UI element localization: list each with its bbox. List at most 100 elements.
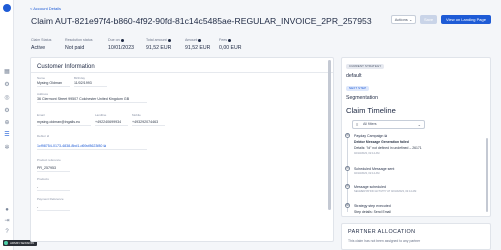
customer-scrollbar-thumb[interactable]: [328, 60, 331, 210]
mobile-label: Mobile: [132, 113, 141, 117]
help-icon[interactable]: ?: [3, 229, 11, 236]
timeline-event-1-time: 02/13/2023, 02:14 AM: [354, 152, 380, 155]
claim-timeline-title: Claim Timeline: [346, 106, 396, 115]
timeline-event-1-detail: Debtor Message Generation failed: [354, 140, 409, 144]
total-amount-value: 91,52 EUR: [146, 45, 172, 51]
resolution-status-value: Not paid: [65, 45, 85, 51]
field-underline: [132, 125, 165, 126]
filter-icon: ≡: [356, 122, 359, 127]
actions-dropdown[interactable]: Actions ⌄: [391, 15, 416, 24]
strategy-icon: ⚙: [345, 203, 350, 208]
message-icon: ✉: [345, 184, 350, 189]
person-icon[interactable]: ●: [3, 207, 11, 214]
birthday-value: 11/02/1993: [74, 81, 92, 85]
fees-label: Fees: [219, 38, 231, 42]
timeline-event-2-time: 02/13/2023, 02:14 AM: [354, 172, 380, 175]
gear-icon[interactable]: ⚙: [3, 82, 11, 89]
customer-panel-title: Customer Information: [37, 64, 95, 70]
info-icon[interactable]: [120, 38, 124, 42]
product-reference-value: PR_257953: [37, 166, 56, 170]
amount-value: 91,52 EUR: [185, 45, 211, 51]
globe-icon[interactable]: ⊕: [3, 120, 11, 127]
settings-icon[interactable]: ⚙: [3, 108, 11, 115]
timeline-event-1-detail2: Details: "id" not defined in undefined –…: [354, 146, 422, 150]
email-value: mysing.oldman@ingalls.eu: [37, 120, 81, 124]
partner-allocation-subtitle: This claim has not been assigned to any …: [348, 239, 421, 243]
grid-icon[interactable]: ▦: [3, 69, 11, 76]
message-icon: ✉: [345, 166, 350, 171]
sidebar: ▦ ⚙ ◎ ⚙ ⊕ ☰ ✲ ● ⇥ ? ADMIN SESSION: [0, 0, 37, 250]
users-icon[interactable]: ☰: [3, 132, 11, 139]
claim-status-value: Active: [31, 45, 46, 51]
birthday-label: Birthday: [74, 76, 86, 80]
timeline-event-4-title: Strategy step executed: [354, 204, 391, 208]
copy-icon[interactable]: ⧉: [103, 144, 106, 148]
amount-label: Amount: [185, 38, 202, 42]
name-label: Name: [37, 76, 46, 80]
breadcrumb[interactable]: < Account Details: [30, 6, 61, 11]
field-underline: [37, 149, 147, 150]
field-underline: [37, 86, 70, 87]
actions-label: Actions: [394, 17, 408, 22]
name-value: Mysing Oldman: [37, 81, 62, 85]
field-underline: [95, 125, 128, 126]
current-strategy-pill: CURRENT STRATEGY: [346, 64, 385, 69]
landline-label: Landline: [95, 113, 107, 117]
total-amount-label: Total amount: [146, 38, 171, 42]
address-label: Address: [37, 92, 49, 96]
products-value: -: [37, 185, 39, 189]
timeline-filter-select[interactable]: ≡ All filters ⌄: [352, 120, 425, 129]
fees-value: 0,00 EUR: [219, 45, 242, 51]
info-icon[interactable]: [198, 38, 202, 42]
field-underline: [37, 125, 91, 126]
next-step-pill: NEXT STEP: [346, 86, 370, 91]
landline-value: +492240699934: [95, 120, 122, 124]
campaign-icon: ✉: [345, 133, 350, 138]
save-button[interactable]: Save: [420, 15, 437, 24]
divider: [31, 72, 333, 73]
timeline-line: [347, 135, 348, 212]
due-on-value: 10/01/2023: [108, 45, 134, 51]
products-label: Products: [37, 177, 49, 181]
timeline-scrollbar[interactable]: [486, 138, 488, 212]
external-link-icon[interactable]: ⧉: [384, 134, 387, 138]
field-underline: [37, 102, 147, 103]
claim-status-label: Claim Status: [31, 38, 52, 42]
cog-icon[interactable]: ✲: [3, 145, 11, 152]
address-value: 36 Clermont Street 99507 Colchester Unit…: [37, 97, 130, 101]
field-underline: [74, 86, 107, 87]
chevron-down-icon: ⌄: [417, 122, 421, 127]
app-logo[interactable]: [3, 4, 11, 12]
logout-icon[interactable]: ⇥: [3, 218, 11, 225]
payment-reference-value: -: [37, 205, 39, 209]
timeline-event-1-title[interactable]: Payday Campaign ⧉: [354, 134, 387, 138]
debtor-id-label: Debtor id: [37, 134, 50, 138]
product-reference-label: Product reference: [37, 158, 61, 162]
info-icon[interactable]: [228, 38, 231, 42]
next-step-value: Segmentation: [346, 95, 379, 101]
mobile-value: +493292074463: [132, 120, 159, 124]
timeline-event-4-detail: Step details: Send Email: [354, 210, 391, 214]
filter-value: All filters: [363, 122, 377, 126]
info-icon[interactable]: [167, 38, 171, 42]
timeline-event-2-title: Scheduled Message sent: [354, 167, 395, 171]
chevron-down-icon: ⌄: [408, 17, 413, 22]
page-title: Claim AUT-821e97f4-b860-4f92-90fd-81c14c…: [31, 16, 372, 26]
email-label: Email: [37, 113, 45, 117]
due-on-label: Due on: [108, 38, 124, 42]
current-strategy-value: default: [346, 73, 362, 79]
resolution-status-label: Resolution status: [65, 38, 93, 42]
view-landing-page-button[interactable]: View on Landing Page: [441, 15, 491, 24]
field-underline: [37, 171, 70, 172]
field-underline: [37, 210, 70, 211]
partner-allocation-title: PARTNER ALLOCATION: [348, 229, 416, 235]
debtor-id-link[interactable]: 1cf98754-0173-4838-8bd1-d69cf8623f80 ⧉: [37, 144, 106, 148]
payment-reference-label: Payment Reference: [37, 197, 64, 201]
timeline-event-3-time: SEGMENTATION ACTIVITY AT 02/13/2023, 02:…: [354, 190, 417, 193]
customer-information-panel: Customer Information Name Mysing Oldman …: [30, 57, 334, 242]
partner-allocation-panel: PARTNER ALLOCATION This claim has not be…: [341, 223, 491, 250]
field-underline: [37, 190, 70, 191]
target-icon[interactable]: ◎: [3, 95, 11, 102]
timeline-event-3-title: Message scheduled: [354, 185, 386, 189]
user-status-dot: [4, 241, 8, 245]
